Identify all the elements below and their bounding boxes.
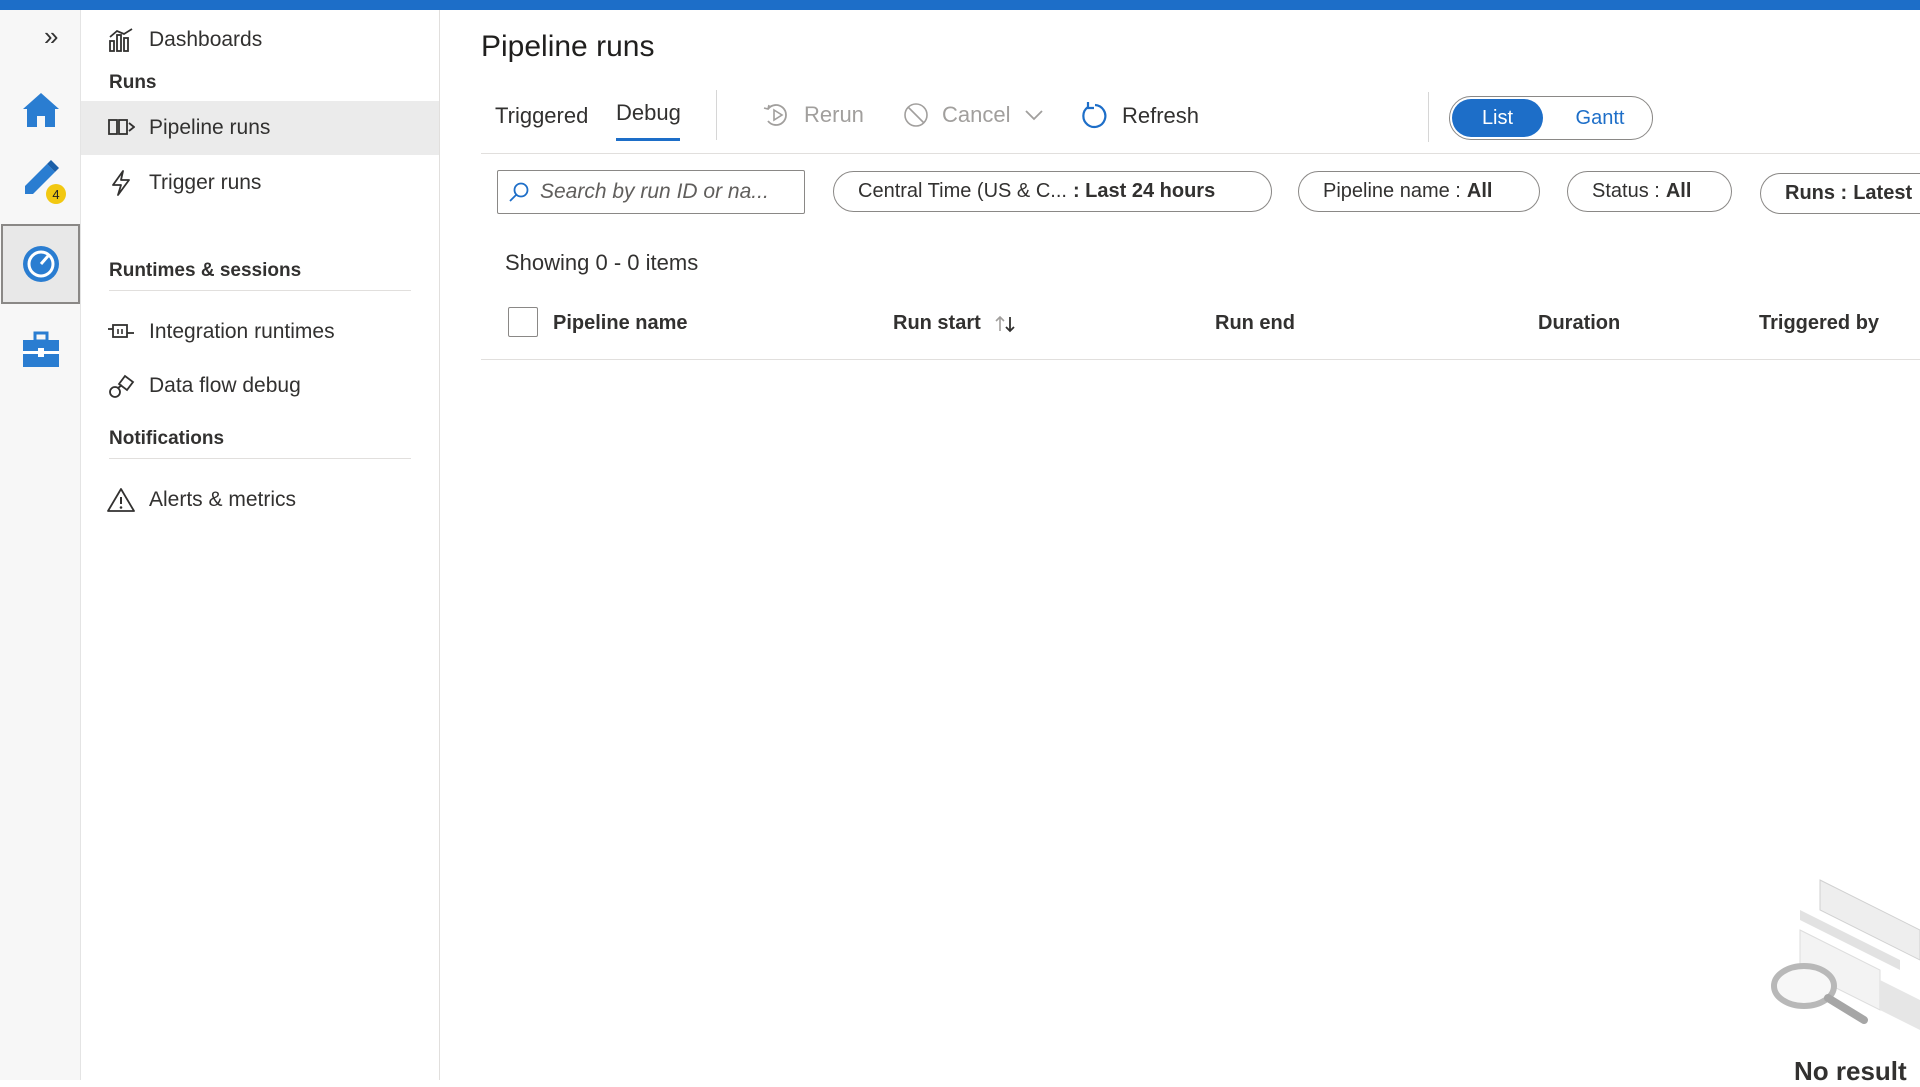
refresh-icon bbox=[1080, 101, 1110, 131]
rerun-label: Rerun bbox=[804, 102, 864, 127]
time-range-value: : Last 24 hours bbox=[1072, 180, 1216, 202]
author-badge: 4 bbox=[46, 184, 66, 204]
sidebar-item-label: Alerts & metrics bbox=[149, 488, 297, 511]
search-box[interactable] bbox=[497, 170, 805, 214]
refresh-label: Refresh bbox=[1122, 103, 1200, 128]
integration-runtime-icon bbox=[107, 318, 135, 346]
column-header-pipeline-name[interactable]: Pipeline name bbox=[553, 312, 688, 335]
column-header-run-end[interactable]: Run end bbox=[1215, 312, 1295, 335]
monitor-sidebar: Dashboards Runs Pipeline runs Trigger ru… bbox=[81, 10, 440, 1080]
sidebar-item-label: Integration runtimes bbox=[149, 320, 335, 343]
home-icon bbox=[22, 93, 59, 127]
monitor-icon bbox=[22, 246, 59, 282]
section-divider bbox=[109, 458, 411, 459]
runs-filter[interactable]: Runs : Latest bbox=[1760, 173, 1920, 214]
empty-state-message: No result bbox=[1794, 1056, 1907, 1086]
status-filter-label: Status : bbox=[1592, 180, 1660, 202]
author-button[interactable]: 4 bbox=[0, 138, 81, 218]
sort-arrows-icon[interactable] bbox=[993, 313, 1017, 335]
sidebar-item-alerts-metrics[interactable]: Alerts & metrics bbox=[81, 473, 439, 527]
cancel-icon bbox=[902, 101, 930, 129]
refresh-button[interactable]: Refresh bbox=[1080, 101, 1199, 131]
manage-button[interactable] bbox=[0, 310, 81, 390]
tab-debug[interactable]: Debug bbox=[616, 100, 681, 126]
sidebar-item-data-flow-debug[interactable]: Data flow debug bbox=[81, 359, 439, 413]
sidebar-item-label: Pipeline runs bbox=[149, 116, 271, 139]
column-header-triggered-by[interactable]: Triggered by bbox=[1759, 312, 1879, 335]
search-input[interactable] bbox=[540, 180, 800, 204]
pipeline-icon bbox=[107, 114, 135, 142]
pipeline-name-filter[interactable]: Pipeline name : All bbox=[1298, 171, 1540, 212]
column-header-duration[interactable]: Duration bbox=[1538, 312, 1620, 335]
rerun-button[interactable]: Rerun bbox=[762, 101, 864, 129]
chevron-down-icon[interactable] bbox=[1024, 108, 1044, 122]
data-flow-debug-icon bbox=[107, 372, 135, 400]
runs-filter-label: Runs : bbox=[1785, 182, 1848, 204]
pipeline-name-filter-value: All bbox=[1466, 180, 1493, 202]
runs-section-header: Runs bbox=[109, 72, 157, 93]
time-zone-label: Central Time (US & C... bbox=[858, 180, 1067, 202]
view-toggle: List Gantt bbox=[1449, 96, 1653, 140]
main-content: Pipeline runs Triggered Debug Rerun Canc… bbox=[440, 10, 1920, 1086]
cancel-label: Cancel bbox=[942, 102, 1011, 127]
selected-tab-indicator bbox=[616, 138, 680, 141]
warning-triangle-icon bbox=[107, 486, 135, 514]
double-chevron-right-icon[interactable]: » bbox=[44, 23, 58, 49]
sidebar-item-label: Dashboards bbox=[149, 28, 263, 51]
section-divider bbox=[109, 290, 411, 291]
top-accent-bar bbox=[0, 0, 1920, 10]
pipeline-name-filter-label: Pipeline name : bbox=[1323, 180, 1461, 202]
status-filter[interactable]: Status : All bbox=[1567, 171, 1732, 212]
page-title: Pipeline runs bbox=[481, 30, 655, 63]
icon-rail: » 4 bbox=[0, 10, 81, 1080]
time-range-filter[interactable]: Central Time (US & C... : Last 24 hours bbox=[833, 171, 1272, 212]
list-view-button[interactable]: List bbox=[1452, 99, 1543, 137]
toolbar-divider bbox=[716, 90, 717, 140]
sidebar-item-pipeline-runs[interactable]: Pipeline runs bbox=[81, 101, 439, 155]
runtimes-section-header: Runtimes & sessions bbox=[109, 260, 302, 281]
column-header-label: Run start bbox=[893, 312, 981, 334]
item-count: Showing 0 - 0 items bbox=[505, 250, 699, 275]
sidebar-item-label: Data flow debug bbox=[149, 374, 301, 397]
notifications-section-header: Notifications bbox=[109, 428, 225, 449]
tab-triggered[interactable]: Triggered bbox=[495, 103, 588, 129]
toolbar-bottom-divider bbox=[481, 153, 1920, 154]
manage-toolbox-icon bbox=[22, 331, 59, 367]
search-icon bbox=[508, 181, 530, 203]
lightning-icon bbox=[107, 169, 135, 197]
sidebar-item-integration-runtimes[interactable]: Integration runtimes bbox=[81, 305, 439, 359]
toolbar-divider bbox=[1428, 92, 1429, 142]
select-all-checkbox[interactable] bbox=[508, 307, 538, 337]
column-header-run-start[interactable]: Run start bbox=[893, 312, 1017, 335]
sidebar-item-trigger-runs[interactable]: Trigger runs bbox=[81, 156, 439, 210]
sidebar-item-dashboards[interactable]: Dashboards bbox=[81, 13, 439, 67]
gantt-view-button[interactable]: Gantt bbox=[1550, 99, 1650, 137]
rerun-icon bbox=[762, 101, 792, 129]
table-header-divider bbox=[481, 359, 1920, 360]
status-filter-value: All bbox=[1665, 180, 1692, 202]
monitor-button[interactable] bbox=[1, 224, 80, 304]
runs-filter-value: Latest bbox=[1853, 182, 1913, 204]
empty-state-illustration bbox=[1771, 879, 1920, 1030]
cancel-button[interactable]: Cancel bbox=[902, 101, 1044, 129]
bar-chart-icon bbox=[107, 26, 135, 54]
sidebar-item-label: Trigger runs bbox=[149, 171, 262, 194]
